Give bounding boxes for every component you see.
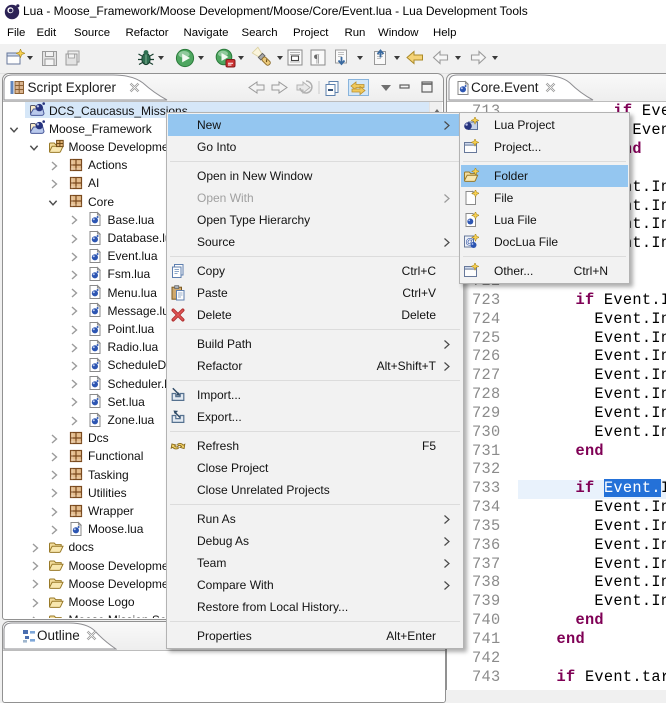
svg-text:¶: ¶	[314, 51, 320, 65]
